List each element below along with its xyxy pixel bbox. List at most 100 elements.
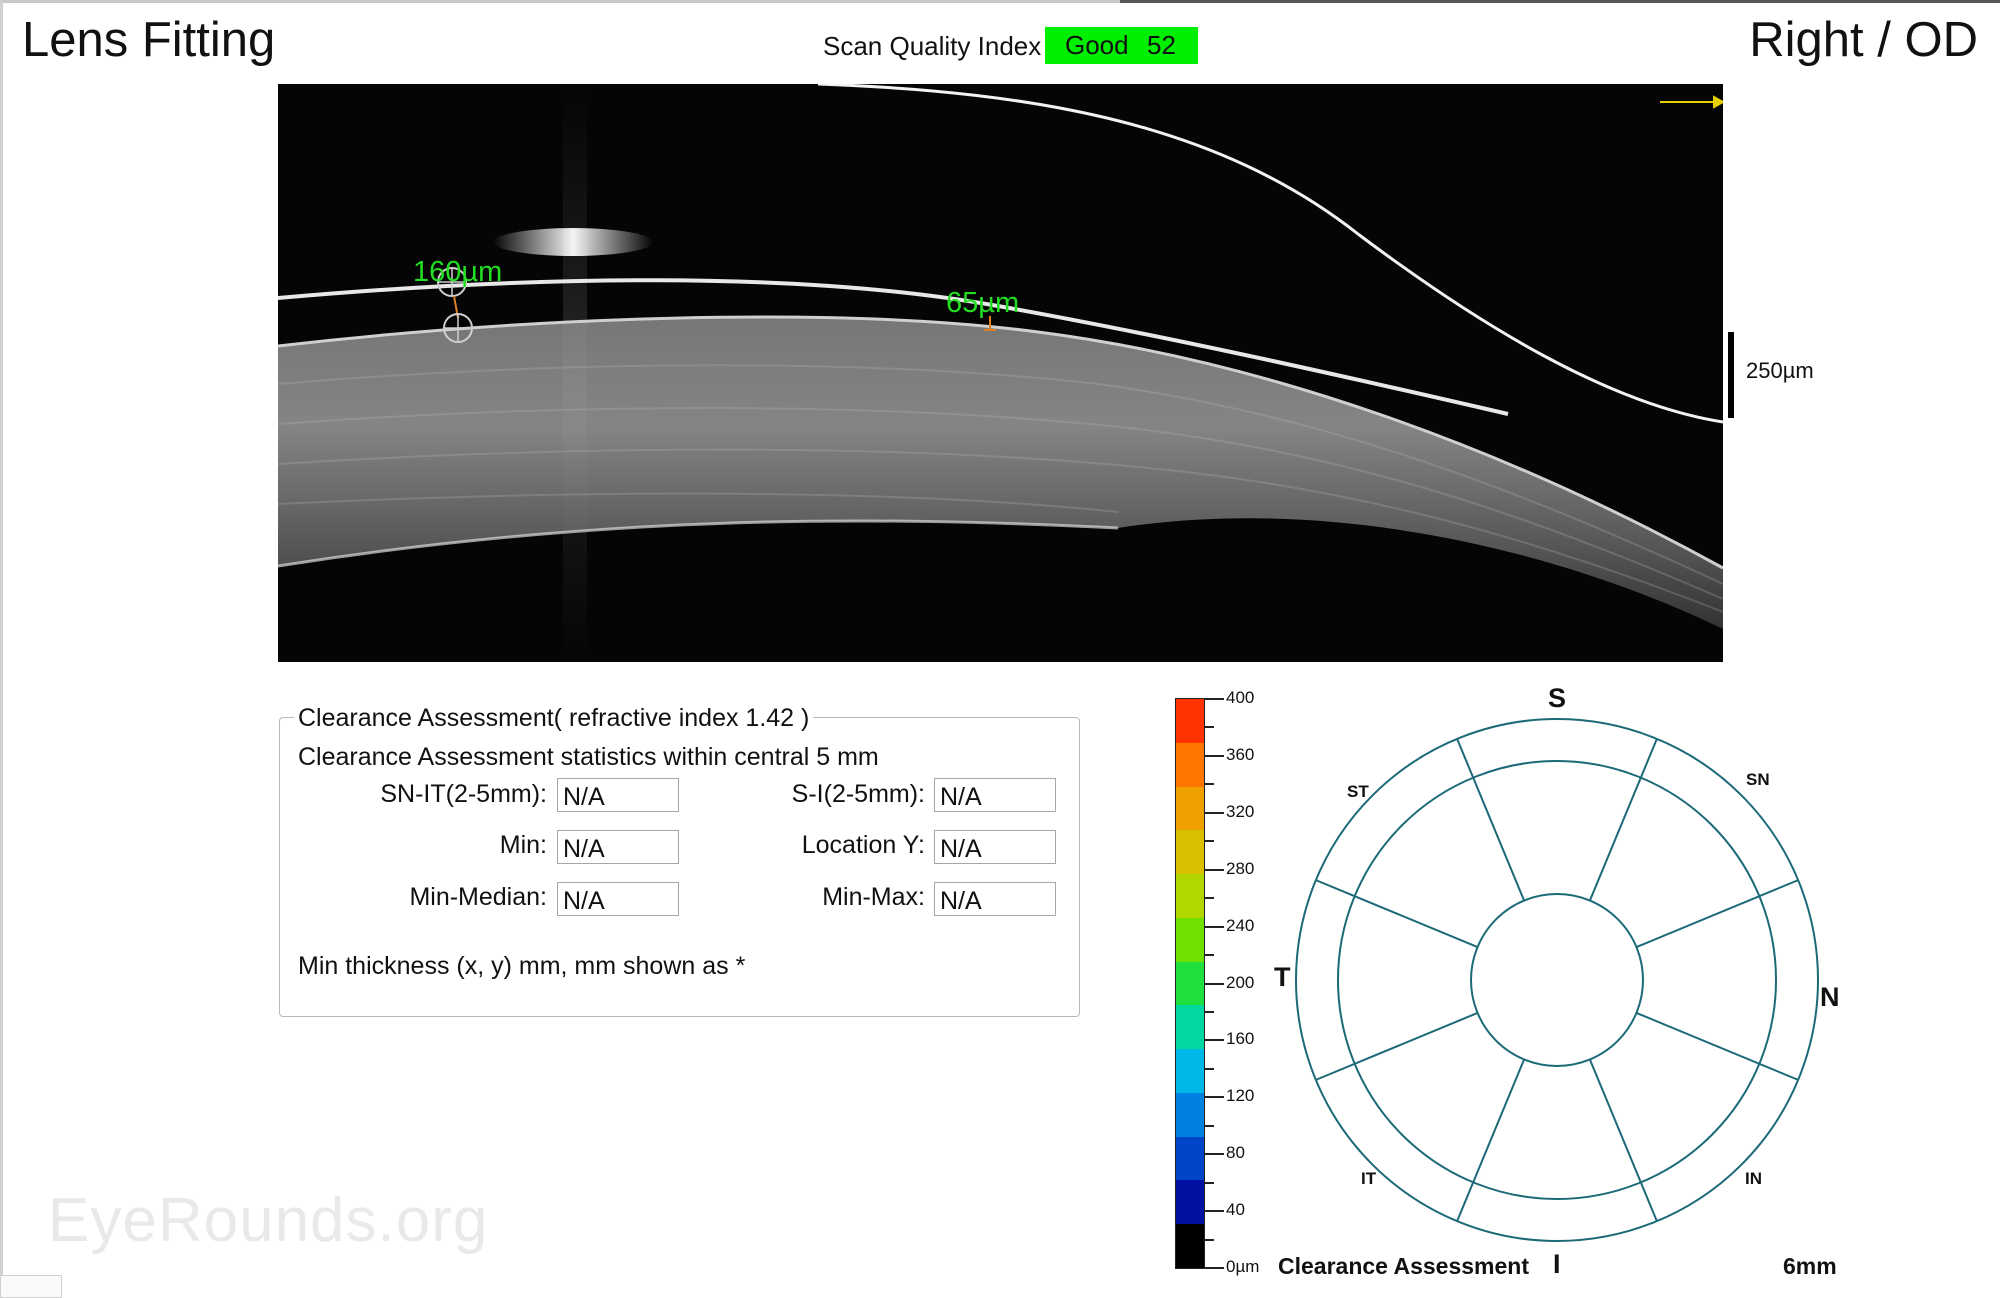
- color-scale-minor-tick: [1204, 783, 1214, 786]
- min-median-field[interactable]: N/A: [557, 882, 679, 916]
- scale-bar-label: 250µm: [1746, 358, 1814, 383]
- color-scale-segment: [1176, 786, 1204, 831]
- color-scale-minor-tick: [1204, 1181, 1214, 1184]
- color-scale-segment: [1176, 1092, 1204, 1138]
- color-scale-tick-mark: [1204, 1267, 1224, 1269]
- color-scale-minor-tick: [1204, 1124, 1214, 1127]
- color-scale-minor-tick: [1204, 840, 1214, 843]
- sector-spoke: [1588, 1059, 1658, 1222]
- sn-it-field[interactable]: N/A: [557, 778, 679, 812]
- location-y-label: Location Y:: [801, 831, 925, 859]
- sector-spoke: [1636, 1011, 1799, 1081]
- min-max-label: Min-Max:: [822, 883, 925, 911]
- color-scale-tick-label: 240: [1226, 915, 1255, 935]
- window-top-border-accent: [1120, 0, 2000, 3]
- sector-map-diameter: 6mm: [1783, 1253, 1837, 1279]
- cornea-band: [278, 317, 1723, 629]
- color-scale-tick-label: 40: [1226, 1200, 1245, 1220]
- eye-label: Right / OD: [1749, 13, 1978, 67]
- color-scale-tick-label: 280: [1226, 858, 1255, 878]
- min-field[interactable]: N/A: [557, 830, 679, 864]
- window-left-border: [0, 0, 3, 1296]
- clearance-panel-legend: Clearance Assessment( refractive index 1…: [294, 703, 814, 733]
- oct-scan-image[interactable]: [278, 84, 1723, 662]
- sector-label-sn: SN: [1746, 770, 1770, 789]
- oct-scan-graphic: [278, 84, 1723, 662]
- measurement-label-2: 65µm: [946, 287, 1020, 319]
- color-scale-tick-label: 0µm: [1226, 1257, 1260, 1276]
- color-scale-tick-label: 160: [1226, 1029, 1255, 1049]
- color-scale-tick-mark: [1204, 1096, 1224, 1099]
- sn-it-label: SN-IT(2-5mm):: [380, 780, 547, 808]
- scan-quality-value: 52: [1147, 30, 1176, 60]
- color-scale-minor-tick: [1204, 1010, 1214, 1013]
- watermark: EyeRounds.org: [48, 1186, 489, 1255]
- sector-label-t: T: [1274, 962, 1291, 992]
- color-scale-tick-mark: [1204, 1210, 1224, 1213]
- s-i-field[interactable]: N/A: [934, 778, 1056, 812]
- color-scale-tick-mark: [1204, 754, 1224, 757]
- s-i-label: S-I(2-5mm):: [791, 780, 925, 808]
- scan-quality-badge: Good 52: [1045, 27, 1198, 64]
- min-median-label: Min-Median:: [409, 883, 547, 911]
- min-max-field[interactable]: N/A: [934, 882, 1056, 916]
- clearance-panel-subtitle: Clearance Assessment statistics within c…: [298, 743, 879, 771]
- measurement-label-1: 160µm: [413, 256, 503, 288]
- color-scale-tick-mark: [1204, 1153, 1224, 1156]
- color-scale-tick-label: 80: [1226, 1143, 1245, 1163]
- color-scale-tick-label: 360: [1226, 744, 1255, 764]
- color-scale-segment: [1176, 1005, 1204, 1050]
- color-scale-segment: [1176, 917, 1204, 963]
- color-scale-segment: [1176, 1136, 1204, 1181]
- sector-label-n: N: [1820, 982, 1840, 1012]
- sector-spoke: [1315, 1011, 1478, 1081]
- color-scale-minor-tick: [1204, 1067, 1214, 1070]
- color-scale-segment: [1176, 699, 1204, 744]
- color-scale-segment: [1176, 742, 1204, 788]
- color-scale-tick-mark: [1204, 811, 1224, 814]
- color-scale-bar: [1175, 698, 1205, 1269]
- scan-quality-label: Scan Quality Index: [823, 31, 1042, 61]
- sector-label-st: ST: [1347, 782, 1369, 801]
- color-scale-minor-tick: [1204, 726, 1214, 729]
- clearance-assessment-panel: Clearance Assessment( refractive index 1…: [279, 703, 1080, 1017]
- scan-arrow-icon: [1660, 95, 1723, 109]
- sector-spoke: [1636, 879, 1799, 949]
- sector-label-it: IT: [1361, 1169, 1377, 1188]
- color-scale-tick-label: 120: [1226, 1086, 1255, 1106]
- color-scale-tick-mark: [1204, 1039, 1224, 1042]
- sector-spoke: [1456, 738, 1526, 901]
- color-scale-segment: [1176, 1224, 1204, 1269]
- color-scale-segment: [1176, 874, 1204, 919]
- color-scale-segment: [1176, 961, 1204, 1006]
- min-thickness-note: Min thickness (x, y) mm, mm shown as *: [298, 952, 746, 980]
- location-y-field[interactable]: N/A: [934, 830, 1056, 864]
- color-scale-tick-mark: [1204, 698, 1224, 700]
- scale-bar: [1728, 332, 1734, 418]
- color-scale-minor-tick: [1204, 1238, 1214, 1241]
- page-title: Lens Fitting: [22, 13, 276, 67]
- color-scale-tick-mark: [1204, 868, 1224, 871]
- sector-spoke: [1588, 738, 1658, 901]
- color-scale-minor-tick: [1204, 954, 1214, 957]
- sector-label-s: S: [1548, 683, 1567, 713]
- color-scale-tick-label: 400: [1226, 688, 1255, 707]
- sector-spoke: [1315, 879, 1478, 949]
- color-scale-minor-tick: [1204, 897, 1214, 900]
- sector-map-title: Clearance Assessment: [1278, 1253, 1530, 1279]
- color-scale-segment: [1176, 1049, 1204, 1094]
- color-scale-segment: [1176, 1180, 1204, 1225]
- corner-tab[interactable]: [0, 1275, 62, 1298]
- min-label: Min:: [499, 831, 547, 859]
- scan-quality-rating: Good: [1065, 30, 1129, 60]
- sector-label-i: I: [1553, 1249, 1561, 1279]
- color-scale-tick-label: 200: [1226, 972, 1255, 992]
- color-scale-tick-label: 320: [1226, 801, 1255, 821]
- color-scale-tick-mark: [1204, 982, 1224, 985]
- color-scale-tick-mark: [1204, 925, 1224, 928]
- clearance-sector-map[interactable]: [1280, 685, 1860, 1295]
- color-scale-segment: [1176, 830, 1204, 875]
- sector-spoke: [1456, 1059, 1526, 1222]
- specular-glare: [493, 228, 653, 256]
- sector-label-in: IN: [1745, 1169, 1762, 1188]
